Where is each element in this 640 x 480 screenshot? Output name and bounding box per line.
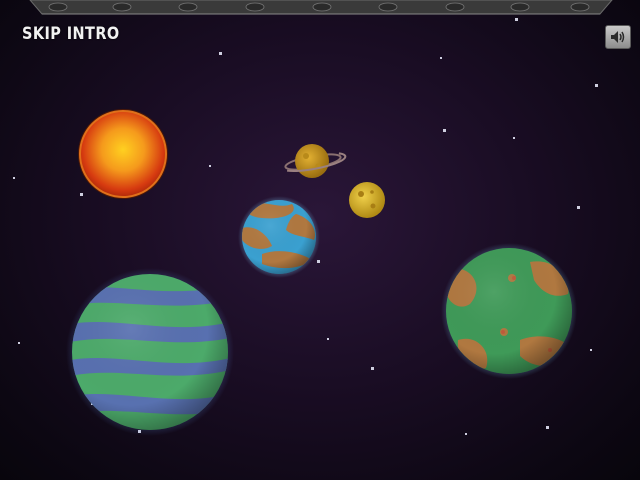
green-planet [441,243,577,379]
yellow-moon [349,182,385,218]
sun [78,109,168,199]
earth-planet [238,196,320,278]
scene-layer [13,0,613,436]
space-scene: SKIP INTRO [0,0,640,480]
speaker-volume-icon [611,31,625,43]
skip-intro-button[interactable]: SKIP INTRO [22,24,120,44]
gas-giant-planet [66,268,234,436]
sound-toggle-button[interactable] [605,25,631,49]
top-metal-frame [29,0,613,15]
ringed-planet [284,144,347,178]
